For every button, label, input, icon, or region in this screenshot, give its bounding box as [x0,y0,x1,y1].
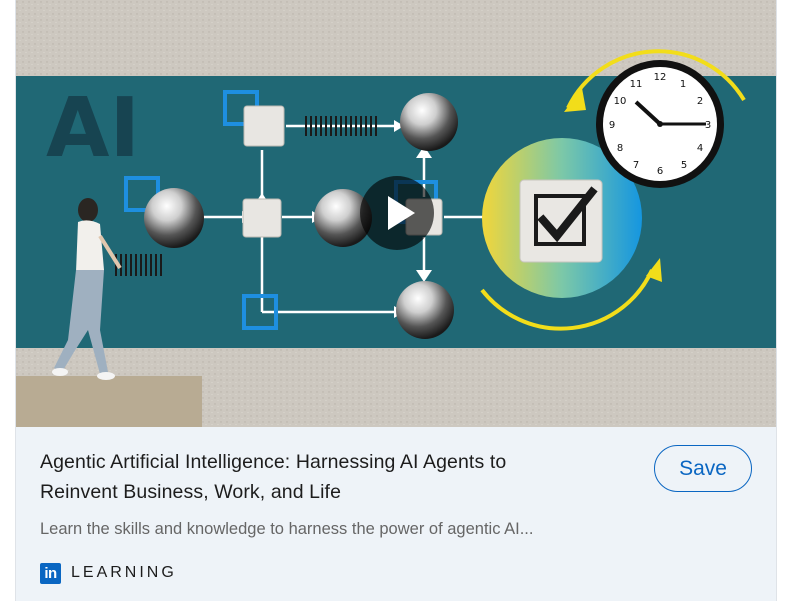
svg-text:11: 11 [630,79,643,90]
svg-text:6: 6 [657,166,663,177]
svg-text:12: 12 [654,72,667,83]
course-title-line-2: Reinvent Business, Work, and Life [40,481,342,503]
svg-text:9: 9 [609,120,615,131]
svg-text:1: 1 [680,79,686,90]
svg-text:2: 2 [697,96,703,107]
course-title[interactable]: Agentic Artificial Intelligence: Harness… [40,447,600,507]
linkedin-logo-icon: in [40,562,61,584]
brand-label: LEARNING [71,564,177,581]
svg-text:5: 5 [681,160,687,171]
svg-text:7: 7 [633,160,639,171]
clock-icon: 12 1 2 3 4 5 6 7 8 9 10 11 [596,60,724,188]
course-description: Learn the skills and knowledge to harnes… [40,520,534,538]
svg-text:4: 4 [697,143,703,154]
course-title-line-1: Agentic Artificial Intelligence: Harness… [40,451,507,473]
play-button[interactable] [360,176,434,250]
linkedin-learning-brand: in LEARNING [40,562,177,584]
ai-watermark-text: AI [46,81,140,176]
course-card: AI 12 1 2 3 4 5 6 7 8 9 10 11 Agentic Ar… [15,0,777,601]
svg-text:8: 8 [617,143,623,154]
svg-text:10: 10 [614,96,627,107]
play-icon [387,196,415,230]
save-button[interactable]: Save [654,445,752,492]
course-thumbnail[interactable]: AI 12 1 2 3 4 5 6 7 8 9 10 11 [16,0,776,427]
